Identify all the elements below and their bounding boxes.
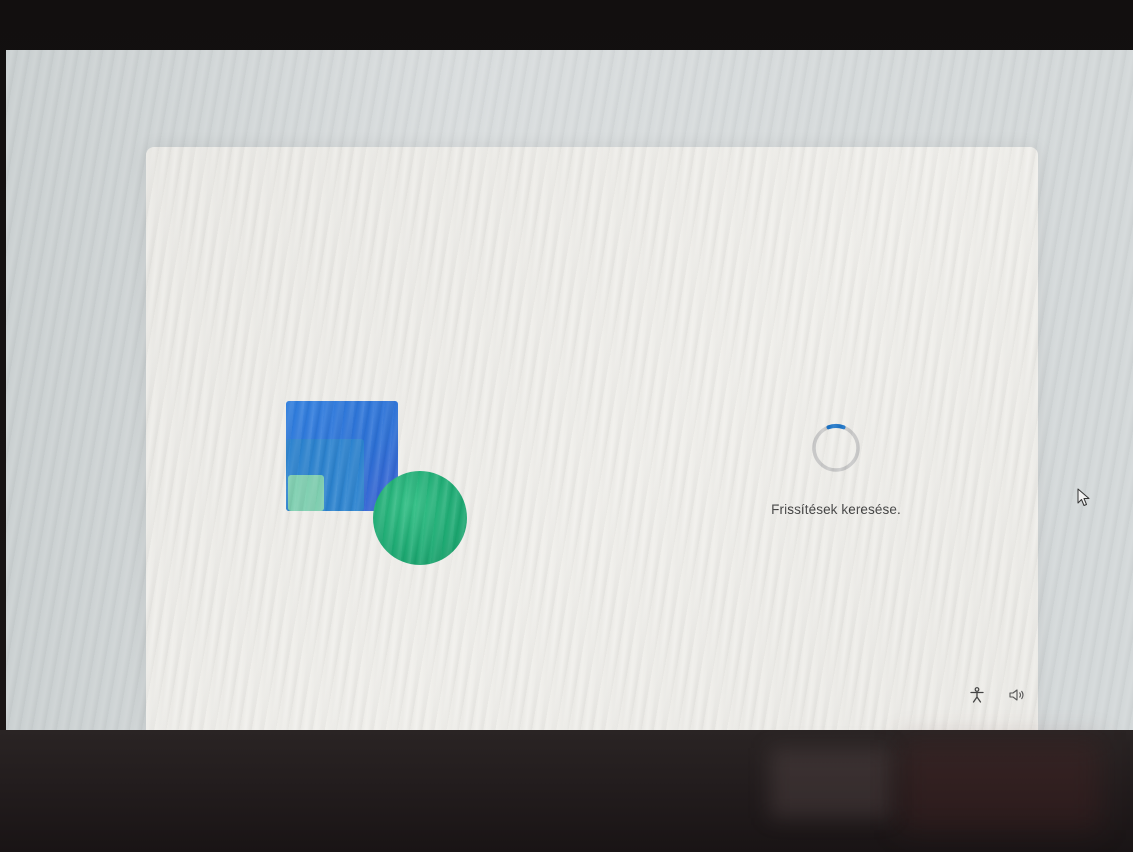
update-status: Frissítések keresése. xyxy=(726,422,946,517)
monitor-bezel xyxy=(0,730,1133,852)
accessibility-icon[interactable] xyxy=(968,686,986,704)
status-text: Frissítések keresése. xyxy=(771,502,901,517)
windows-setup-illustration xyxy=(286,401,471,571)
oobe-card: Frissítések keresése. xyxy=(146,147,1038,730)
system-tray xyxy=(968,686,1026,704)
bezel-reflection xyxy=(770,748,890,818)
mouse-cursor-icon xyxy=(1077,488,1090,506)
volume-icon[interactable] xyxy=(1008,686,1026,704)
loading-spinner-icon xyxy=(812,423,860,472)
setup-screen: Frissítések keresése. xyxy=(6,50,1133,730)
illustration-green-circle xyxy=(373,471,467,565)
illustration-small-square xyxy=(288,475,324,511)
bezel-reflection-2 xyxy=(900,740,1100,830)
